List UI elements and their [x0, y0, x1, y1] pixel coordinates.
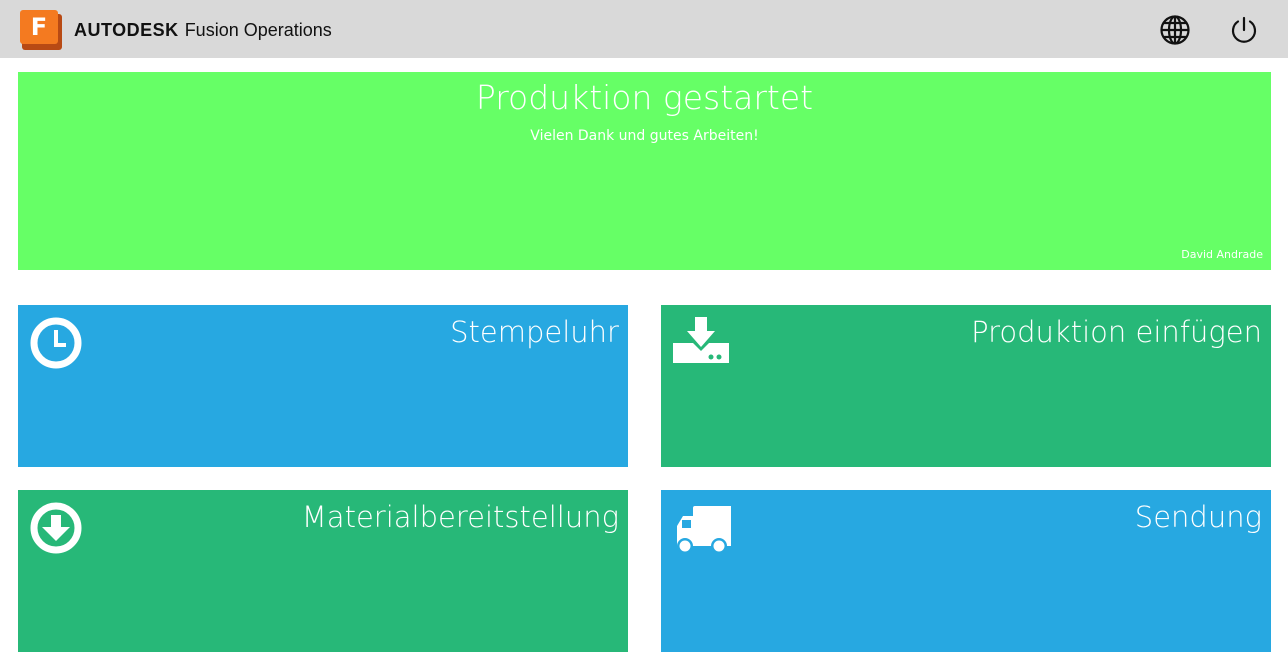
brand: F AUTODESK Fusion Operations: [20, 10, 332, 50]
tile-label: Sendung: [1134, 500, 1262, 534]
tile-materialbereitstellung[interactable]: Materialbereitstellung: [18, 490, 628, 652]
clock-icon: [30, 317, 88, 375]
tile-sendung[interactable]: Sendung: [661, 490, 1271, 652]
app-logo: F: [20, 10, 62, 50]
banner-user-name: David Andrade: [1181, 248, 1263, 261]
top-bar: F AUTODESK Fusion Operations: [0, 0, 1288, 58]
tile-stempeluhr[interactable]: Stempeluhr: [18, 305, 628, 467]
download-tray-icon: [673, 313, 731, 375]
banner-subtitle: Vielen Dank und gutes Arbeiten!: [530, 128, 759, 144]
logo-letter: F: [20, 10, 58, 44]
globe-icon[interactable]: [1159, 14, 1191, 46]
tile-label: Materialbereitstellung: [301, 500, 619, 534]
truck-icon: [673, 502, 733, 560]
circle-arrow-down-icon: [30, 502, 88, 560]
brand-name: AUTODESK: [74, 19, 179, 40]
tile-label: Produktion einfügen: [971, 315, 1262, 349]
tile-label: Stempeluhr: [450, 315, 619, 349]
banner-title: Produktion gestartet: [475, 78, 814, 117]
power-icon[interactable]: [1228, 14, 1260, 46]
tile-produktion-einfuegen[interactable]: Produktion einfügen: [661, 305, 1271, 467]
status-banner: Produktion gestartet Vielen Dank und gut…: [18, 72, 1271, 270]
product-name: Fusion Operations: [184, 19, 332, 40]
